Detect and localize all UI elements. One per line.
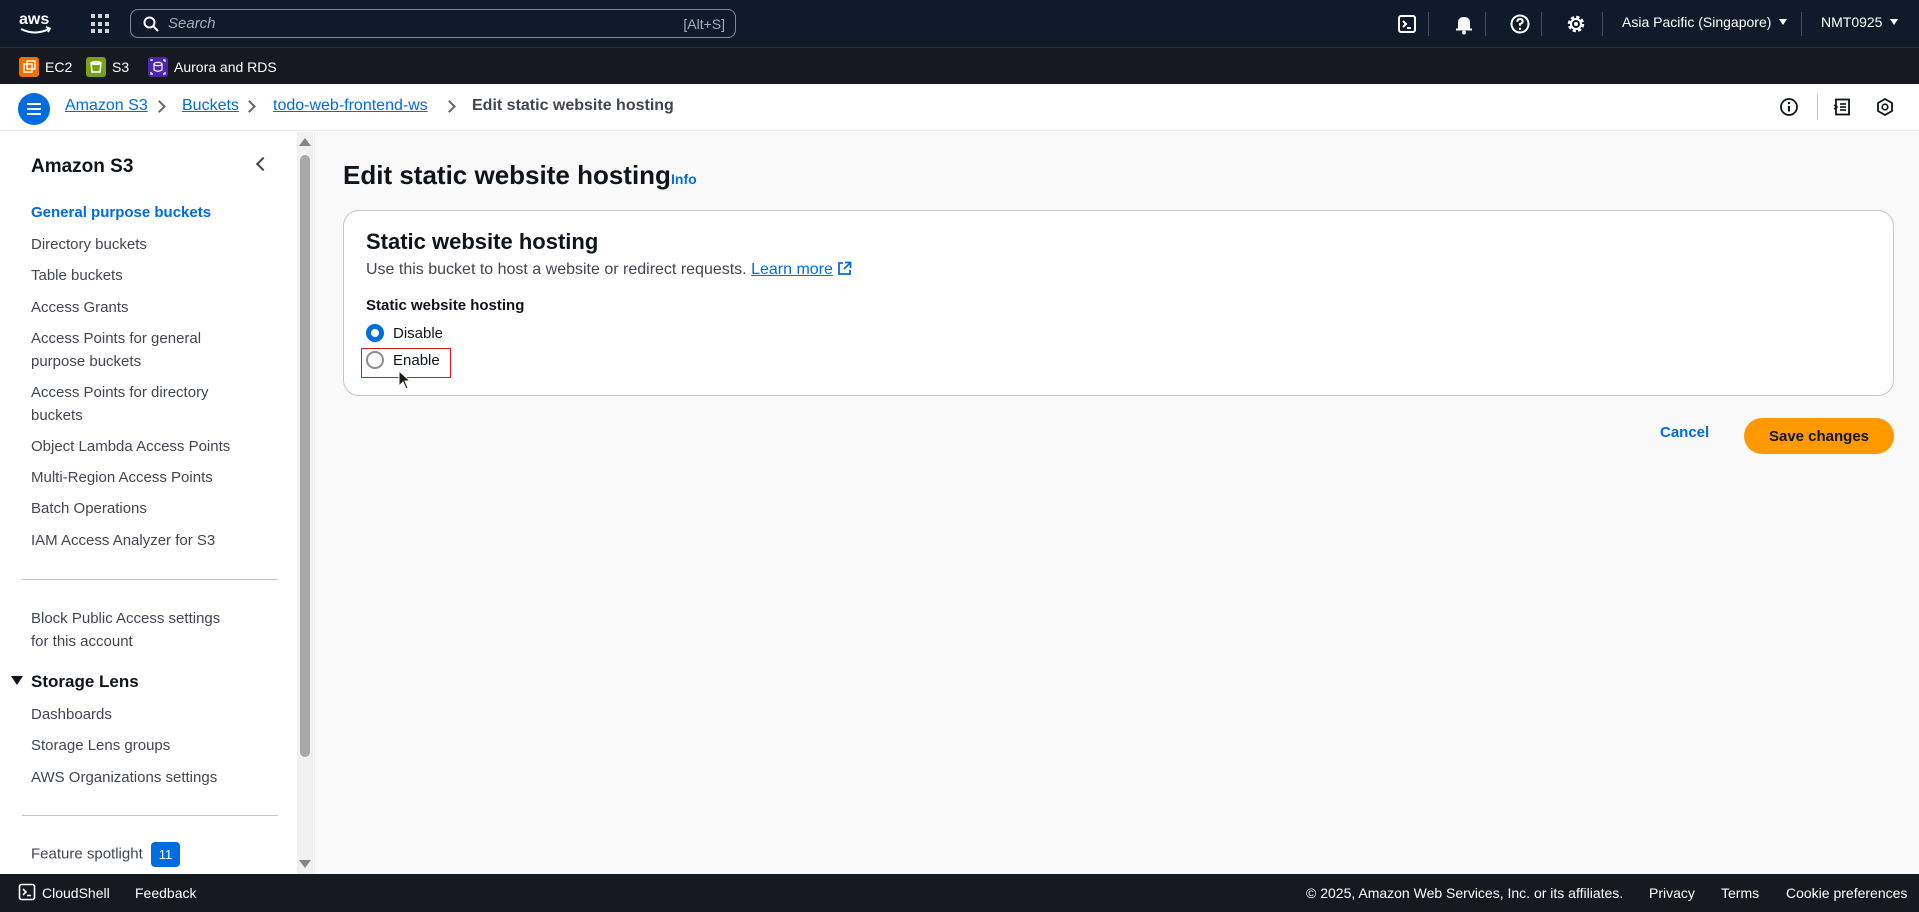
sidebar-item-multi-region[interactable]: Multi-Region Access Points xyxy=(31,466,241,489)
save-changes-button[interactable]: Save changes xyxy=(1744,418,1894,454)
region-selector[interactable]: Asia Pacific (Singapore) xyxy=(1622,14,1788,30)
sidebar-item-access-grants[interactable]: Access Grants xyxy=(31,296,241,319)
top-navigation: aws Search [Alt+S] Asia Pacific (Singapo… xyxy=(0,0,1919,47)
nav-divider xyxy=(1428,12,1429,36)
favorite-label: S3 xyxy=(112,59,130,75)
favorite-label: Aurora and RDS xyxy=(174,59,277,75)
sidebar-divider xyxy=(22,815,278,816)
caret-down-icon xyxy=(1890,19,1899,25)
sidebar-item-organizations-settings[interactable]: AWS Organizations settings xyxy=(31,766,241,789)
notifications-bell-icon[interactable] xyxy=(1453,13,1475,35)
footer: CloudShell Feedback © 2025, Amazon Web S… xyxy=(0,874,1919,912)
learn-more-link[interactable]: Learn more xyxy=(751,261,852,278)
account-label: NMT0925 xyxy=(1821,14,1883,30)
search-shortcut: [Alt+S] xyxy=(683,15,725,32)
terms-link[interactable]: Terms xyxy=(1721,885,1759,901)
sidebar-title: Amazon S3 xyxy=(31,156,134,177)
ec2-service-icon xyxy=(19,57,39,77)
services-grid-icon[interactable] xyxy=(91,14,111,34)
collapse-sidebar-icon[interactable] xyxy=(255,156,271,172)
cloudshell-link[interactable]: CloudShell xyxy=(42,885,110,901)
scroll-down-arrow-icon[interactable] xyxy=(299,860,311,868)
sidebar-item-block-public-access[interactable]: Block Public Access settings for this ac… xyxy=(31,607,241,653)
breadcrumb-buckets[interactable]: Buckets xyxy=(182,97,239,115)
sidebar-item-access-points-general[interactable]: Access Points for general purpose bucket… xyxy=(31,327,241,373)
sidebar-item-access-points-directory[interactable]: Access Points for directory buckets xyxy=(31,381,241,427)
nav-divider xyxy=(1485,12,1486,36)
feedback-link[interactable]: Feedback xyxy=(135,885,196,901)
sidebar-item-object-lambda[interactable]: Object Lambda Access Points xyxy=(31,435,241,458)
aurora-rds-service-icon xyxy=(148,57,168,77)
chevron-right-icon xyxy=(443,100,456,113)
caret-down-icon xyxy=(1779,19,1788,25)
sidebar-item-batch-operations[interactable]: Batch Operations xyxy=(31,497,241,520)
card-description: Use this bucket to host a website or red… xyxy=(366,261,852,279)
card-title: Static website hosting xyxy=(366,229,599,254)
mouse-cursor-icon xyxy=(398,370,412,390)
account-menu[interactable]: NMT0925 xyxy=(1821,14,1899,30)
svg-text:aws: aws xyxy=(19,11,49,28)
privacy-link[interactable]: Privacy xyxy=(1649,885,1695,901)
search-icon xyxy=(143,16,159,32)
cloudshell-footer-icon[interactable] xyxy=(18,883,36,904)
utility-divider xyxy=(1817,94,1818,120)
sidebar-item-feature-spotlight[interactable]: Feature spotlight 11 xyxy=(31,842,241,867)
settings-gear-icon[interactable] xyxy=(1565,13,1587,35)
cancel-button[interactable]: Cancel xyxy=(1660,424,1709,441)
field-label: Static website hosting xyxy=(366,297,525,314)
nav-divider xyxy=(1541,12,1542,36)
cookie-preferences-link[interactable]: Cookie preferences xyxy=(1786,885,1907,901)
nav-divider xyxy=(1801,12,1802,36)
favorites-bar: EC2 S3 Aurora and RDS xyxy=(0,47,1919,84)
breadcrumb-bar: Amazon S3 Buckets todo-web-frontend-ws E… xyxy=(0,84,1919,131)
sidebar-item-iam-access-analyzer[interactable]: IAM Access Analyzer for S3 xyxy=(31,529,241,552)
radio-label: Disable xyxy=(393,324,444,342)
s3-service-icon xyxy=(86,57,106,77)
sidebar-item-dashboards[interactable]: Dashboards xyxy=(31,703,241,726)
chevron-right-icon xyxy=(243,100,256,113)
scroll-up-arrow-icon[interactable] xyxy=(299,138,311,146)
cloud-assistant-icon[interactable] xyxy=(1875,97,1895,117)
external-link-icon xyxy=(838,261,852,275)
search-input[interactable]: Search [Alt+S] xyxy=(130,9,736,38)
page-title: Edit static website hosting xyxy=(343,160,671,190)
feature-count-badge: 11 xyxy=(150,842,181,867)
sidebar-section-storage-lens[interactable]: Storage Lens xyxy=(31,672,139,692)
radio-button-checked[interactable] xyxy=(366,324,384,342)
favorite-ec2[interactable]: EC2 xyxy=(19,57,72,77)
favorite-label: EC2 xyxy=(45,59,73,75)
chevron-right-icon xyxy=(153,100,166,113)
cloudshell-icon[interactable] xyxy=(1396,13,1418,35)
region-label: Asia Pacific (Singapore) xyxy=(1622,14,1772,30)
help-icon[interactable] xyxy=(1509,13,1531,35)
breadcrumb-current: Edit static website hosting xyxy=(472,97,674,114)
info-panel-icon[interactable] xyxy=(1779,97,1799,117)
side-navigation: Amazon S3 General purpose buckets Direct… xyxy=(0,132,315,874)
sidebar-item-general-purpose-buckets[interactable]: General purpose buckets xyxy=(31,201,241,224)
navigation-menu-button[interactable] xyxy=(18,93,50,125)
sidebar-divider xyxy=(22,579,278,580)
nav-divider xyxy=(1602,12,1603,36)
description-text: Use this bucket to host a website or red… xyxy=(366,261,747,278)
notes-panel-icon[interactable] xyxy=(1832,97,1852,117)
info-link[interactable]: Info xyxy=(671,171,697,187)
favorite-aurora-rds[interactable]: Aurora and RDS xyxy=(148,57,277,77)
sidebar-scroll-thumb[interactable] xyxy=(300,155,310,757)
sidebar-item-storage-lens-groups[interactable]: Storage Lens groups xyxy=(31,734,241,757)
aws-logo[interactable]: aws xyxy=(18,9,54,37)
radio-disable[interactable]: Disable xyxy=(366,324,443,342)
copyright-text: © 2025, Amazon Web Services, Inc. or its… xyxy=(1306,885,1624,901)
search-placeholder: Search xyxy=(168,15,216,32)
breadcrumb-amazon-s3[interactable]: Amazon S3 xyxy=(65,97,148,115)
caret-down-icon[interactable] xyxy=(11,676,23,685)
breadcrumb-bucket-name[interactable]: todo-web-frontend-ws xyxy=(273,97,428,115)
sidebar-item-table-buckets[interactable]: Table buckets xyxy=(31,264,241,287)
sidebar-item-directory-buckets[interactable]: Directory buckets xyxy=(31,233,241,256)
feature-spotlight-label: Feature spotlight xyxy=(31,845,143,863)
favorite-s3[interactable]: S3 xyxy=(86,57,129,77)
